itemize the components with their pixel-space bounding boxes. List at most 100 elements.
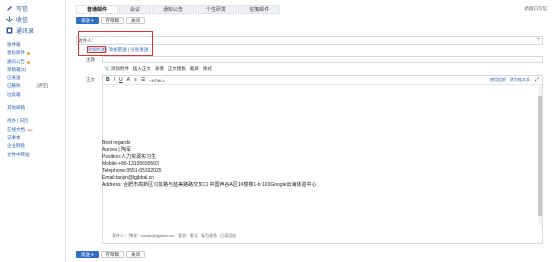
send-label: 发送 bbox=[81, 17, 90, 23]
sender-select[interactable]: 发件人："陶军" <taojin@lgjbbal.cn> bbox=[112, 233, 175, 239]
write-label: 写信 bbox=[16, 7, 29, 13]
tab-notice[interactable]: 通知公告 bbox=[152, 5, 195, 14]
attach-label: 添加附件 bbox=[110, 66, 129, 71]
sidebar: 写信 收信 通讯录 收件箱 星标邮件 通讯公告 草稿箱(3) 已发送 已删除 [清… bbox=[0, 0, 66, 262]
template-button[interactable]: 正文模板 bbox=[168, 66, 186, 72]
sig-line: Position:人力资源实习生 bbox=[102, 154, 157, 160]
urgent-checkbox[interactable]: 标为紧急 bbox=[201, 233, 217, 239]
subject-label: 主题 bbox=[86, 57, 95, 62]
body-label: 正文 bbox=[86, 77, 95, 82]
format-label: 格式 bbox=[202, 66, 212, 71]
folder-item[interactable]: 草稿箱(3) bbox=[7, 66, 48, 74]
bottom-toolbar: 发送 ▾ 存草稿 关闭 bbox=[76, 251, 146, 258]
folder-item[interactable]: 待办 | 日历 bbox=[7, 117, 48, 125]
bold-button[interactable]: B bbox=[106, 77, 110, 83]
folder-label: 草稿箱(3) bbox=[7, 66, 26, 72]
scrollbar-thumb[interactable] bbox=[538, 96, 542, 216]
folder-item[interactable]: 垃圾箱 bbox=[7, 91, 48, 99]
close-button-bottom[interactable]: 关闭 bbox=[126, 251, 146, 258]
italic-button[interactable]: I bbox=[114, 77, 115, 83]
tab-stationery[interactable]: 信笺邮件 bbox=[238, 5, 281, 14]
contacts-label: 通讯录 bbox=[16, 29, 35, 35]
folder-label: 已发送 bbox=[7, 75, 21, 81]
save-draft-button-bottom[interactable]: 存草稿 bbox=[100, 251, 125, 258]
insert-text-button[interactable]: 插入正文 bbox=[133, 66, 151, 72]
inbox-label: 收信 bbox=[16, 18, 29, 24]
new-badge: new bbox=[27, 127, 33, 132]
plain-text-link[interactable]: 转为纯文本 bbox=[510, 77, 530, 83]
folder-item[interactable]: 已发送 bbox=[7, 74, 48, 82]
folder-item[interactable]: 星标邮件 bbox=[7, 49, 48, 57]
compose-tabs: 普通邮件 会议 通知公告 个性研发 信笺邮件 bbox=[76, 5, 281, 14]
top-toolbar: 发送 ▾ 存草稿 关闭 bbox=[76, 17, 146, 24]
html-tag[interactable]: <HTML> bbox=[149, 78, 165, 83]
folder-label: 在线文档 bbox=[7, 126, 25, 132]
folder-item[interactable]: 已删除 [清空] bbox=[7, 82, 48, 90]
save-draft-button[interactable]: 存草稿 bbox=[100, 17, 125, 24]
screenshot-label: 截屏 bbox=[189, 66, 199, 71]
emoji-button[interactable]: 表情 bbox=[155, 66, 164, 72]
use-paper-link[interactable]: 使用信纸 bbox=[490, 77, 506, 83]
folder-label: 其他邮箱 bbox=[7, 105, 25, 111]
sig-line: Mobile:+86-13195699503 bbox=[102, 161, 159, 167]
inbox-icon bbox=[6, 16, 13, 23]
folder-item[interactable]: 企业网盘 bbox=[7, 142, 48, 150]
add-cc-highlight bbox=[87, 46, 106, 53]
sig-line: Aurora | 陶军 bbox=[102, 147, 132, 153]
send-button-bottom[interactable]: 发送 ▾ bbox=[76, 251, 99, 258]
emoji-label: 表情 bbox=[154, 66, 164, 71]
separate-send-link[interactable]: 分别发送 bbox=[130, 47, 148, 52]
folder-item[interactable]: 其他邮箱 bbox=[7, 104, 48, 112]
close-button[interactable]: 关闭 bbox=[126, 17, 146, 24]
expand-icon[interactable]: ⤢ bbox=[535, 77, 539, 83]
contacts-icon bbox=[6, 27, 13, 34]
format-button[interactable]: 格式 bbox=[203, 66, 212, 72]
folder-item[interactable]: 收件箱 bbox=[7, 41, 48, 49]
folder-label: 待办 | 日历 bbox=[7, 118, 29, 124]
attach-toolbar: 📎 添加附件 插入正文 表情 正文模板 截屏 格式 bbox=[104, 66, 212, 72]
font-color-button[interactable]: A bbox=[127, 77, 130, 83]
folder-label: 记事本 bbox=[7, 134, 21, 140]
folder-label: 收件箱 bbox=[7, 42, 21, 47]
folder-item[interactable]: 文件中转站 bbox=[7, 151, 48, 159]
underline-button[interactable]: U bbox=[119, 77, 123, 83]
add-contact-icon[interactable]: + bbox=[536, 37, 540, 43]
format-toolbar: B I U A ≡ ☰ <HTML> 使用信纸 转为纯文本 ⤢ bbox=[103, 76, 542, 85]
folder-label: 已删除 bbox=[7, 83, 21, 89]
folder-item[interactable]: 通讯公告 bbox=[7, 58, 48, 66]
send-label: 发送 bbox=[81, 251, 90, 257]
inbox-button[interactable]: 收信 bbox=[6, 15, 28, 24]
folder-label: 企业网盘 bbox=[7, 143, 25, 149]
list-button[interactable]: ☰ bbox=[141, 77, 145, 83]
align-button[interactable]: ≡ bbox=[134, 77, 137, 83]
receipt-checkbox[interactable]: 已读回执 bbox=[220, 233, 236, 239]
signature-select[interactable]: 签名：默认 bbox=[178, 233, 198, 239]
attach-button[interactable]: 📎 添加附件 bbox=[104, 66, 129, 72]
compose-area: 普通邮件 会议 通知公告 个性研发 信笺邮件 新窗口写信 发送 ▾ 存草稿 关闭… bbox=[66, 0, 553, 262]
screenshot-button[interactable]: 截屏 bbox=[190, 66, 199, 72]
tab-meeting[interactable]: 会议 bbox=[119, 5, 152, 14]
contacts-button[interactable]: 通讯录 bbox=[6, 26, 34, 35]
insert-text-label: 插入正文 bbox=[132, 66, 151, 71]
folder-label: 垃圾箱 bbox=[7, 91, 21, 97]
signature-block: Best regards Aurora | 陶军 Position:人力资源实习… bbox=[102, 140, 317, 189]
send-button[interactable]: 发送 ▾ bbox=[76, 17, 99, 24]
sig-line: Address: 合肥市高新区习友路与蓝美路路交叉口 中国声谷A区1#楼楼1-b… bbox=[102, 182, 317, 188]
star-dot-icon bbox=[27, 52, 30, 56]
new-window-link[interactable]: 新窗口写信 bbox=[525, 6, 548, 12]
folder-item[interactable]: 在线文档 new bbox=[7, 126, 48, 134]
tab-normal[interactable]: 普通邮件 bbox=[76, 5, 119, 14]
folder-item[interactable]: 记事本 bbox=[7, 134, 48, 142]
empty-trash-link[interactable]: [清空] bbox=[37, 82, 49, 90]
folder-list: 收件箱 星标邮件 通讯公告 草稿箱(3) 已发送 已删除 [清空] 垃圾箱 其他邮… bbox=[7, 41, 48, 159]
folder-label: 通讯公告 bbox=[7, 58, 25, 64]
scrollbar[interactable] bbox=[538, 86, 542, 225]
write-button[interactable]: 写信 bbox=[6, 4, 28, 13]
sig-line: Telephone:0551-65332025 bbox=[102, 168, 162, 174]
tab-custom[interactable]: 个性研发 bbox=[195, 5, 238, 14]
add-bcc-link[interactable]: 添加密送 bbox=[109, 47, 127, 52]
pencil-icon bbox=[6, 5, 13, 12]
folder-label: 星标邮件 bbox=[7, 50, 25, 56]
sig-line: Email:taojin@lgjbbal.cn bbox=[102, 175, 155, 181]
subject-input[interactable] bbox=[102, 56, 543, 63]
